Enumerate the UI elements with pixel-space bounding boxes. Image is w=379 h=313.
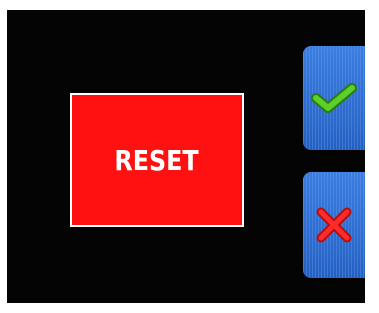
confirm-button[interactable] [303, 46, 365, 150]
reset-button-label: RESET [114, 143, 200, 177]
close-icon [315, 206, 353, 244]
touch-screen: RESET [7, 10, 365, 303]
cancel-button[interactable] [303, 172, 365, 278]
reset-button[interactable]: RESET [70, 93, 244, 227]
check-icon [310, 81, 358, 115]
